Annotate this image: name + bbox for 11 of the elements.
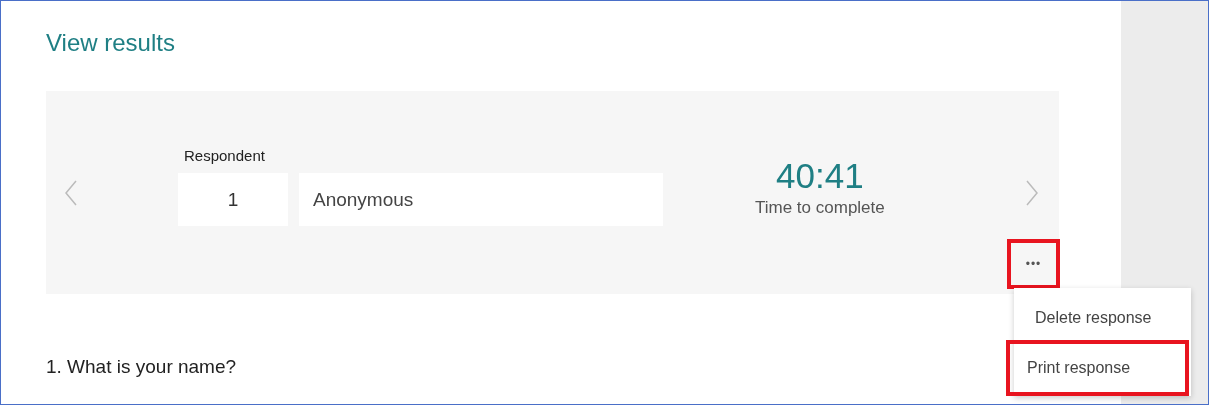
page-title: View results <box>46 29 176 58</box>
respondent-number-field[interactable]: 1 <box>178 173 288 226</box>
chevron-right-icon[interactable] <box>1025 178 1039 207</box>
chevron-left-icon[interactable] <box>64 178 78 207</box>
respondent-label: Respondent <box>184 147 266 164</box>
time-caption: Time to complete <box>755 197 885 218</box>
menu-item[interactable]: Delete response <box>1014 296 1191 340</box>
menu-item[interactable]: Print response <box>1006 340 1189 396</box>
question-text: 1. What is your name? <box>46 356 237 378</box>
completion-time: 40:41 <box>776 155 864 196</box>
respondent-name-field: Anonymous <box>299 173 663 226</box>
